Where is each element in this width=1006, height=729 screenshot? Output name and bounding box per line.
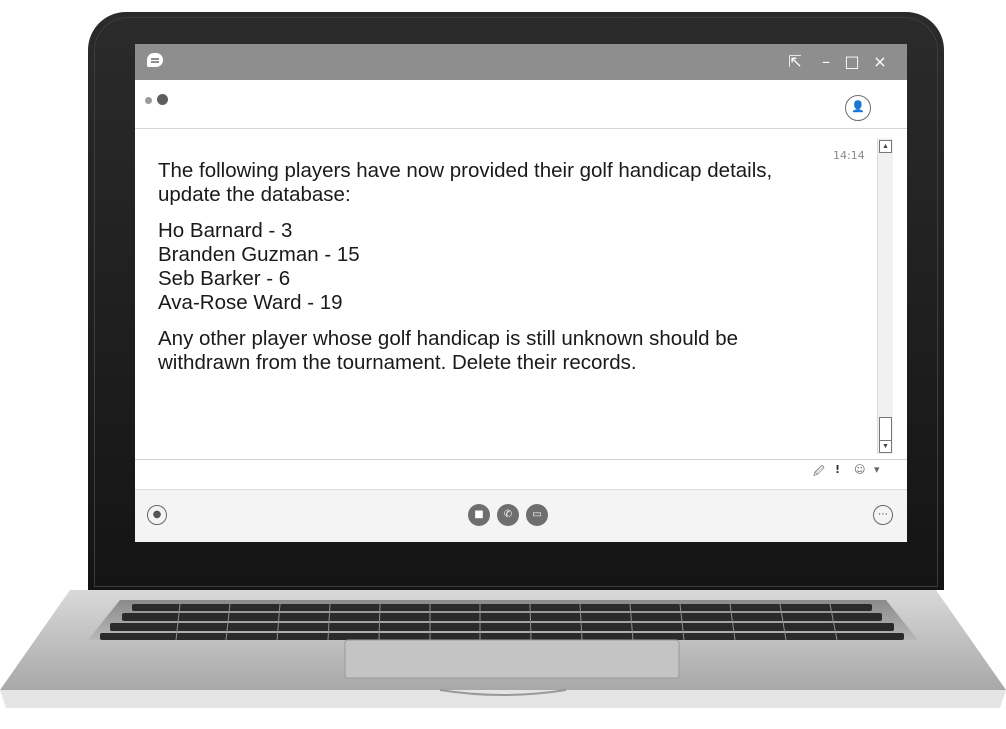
- player-line: Ava-Rose Ward - 19: [158, 291, 343, 314]
- chat-window: ⇱ – □ × 👤 14:14 The following players ha…: [135, 44, 907, 542]
- chat-bubble-small-icon: ●: [152, 509, 162, 520]
- chat-bubble-icon: [147, 53, 163, 67]
- message-body: The following players have now provided …: [158, 159, 818, 375]
- add-person-icon: 👤: [851, 100, 865, 113]
- player-line: Ho Barnard - 3: [158, 219, 293, 242]
- close-button[interactable]: ×: [870, 52, 890, 72]
- message-closing: Any other player whose golf handicap is …: [158, 327, 739, 374]
- bottom-toolbar: [135, 489, 907, 542]
- video-call-button[interactable]: ■: [468, 504, 490, 526]
- message-timestamp: 14:14: [833, 149, 865, 162]
- priority-icon[interactable]: !: [835, 463, 840, 476]
- scroll-down-button[interactable]: ▼: [879, 440, 892, 453]
- emoji-icon[interactable]: ☺: [854, 463, 865, 476]
- minimize-button[interactable]: –: [816, 52, 836, 72]
- ellipsis-icon: ⋯: [878, 509, 888, 520]
- more-options-button[interactable]: ⋯: [873, 505, 893, 525]
- message-scrollbar[interactable]: ▲ ▼: [877, 138, 893, 454]
- attach-icon[interactable]: 🖉: [813, 463, 825, 482]
- video-camera-icon: ■: [474, 509, 484, 520]
- audio-call-button[interactable]: ✆: [497, 504, 519, 526]
- add-participant-button[interactable]: 👤: [845, 95, 871, 121]
- presence-dot-icon: [145, 97, 152, 104]
- conversation-header: [135, 80, 907, 129]
- popout-button[interactable]: ⇱: [785, 52, 805, 72]
- compose-box[interactable]: [135, 459, 907, 490]
- player-line: Branden Guzman - 15: [158, 243, 360, 266]
- player-line: Seb Barker - 6: [158, 267, 291, 290]
- scroll-up-button[interactable]: ▲: [879, 140, 892, 153]
- maximize-button[interactable]: □: [842, 52, 862, 72]
- monitor-icon: ▭: [532, 509, 542, 520]
- screen-share-button[interactable]: ▭: [526, 504, 548, 526]
- message-pane: 14:14 The following players have now pro…: [135, 129, 907, 459]
- scroll-thumb[interactable]: [879, 417, 892, 441]
- chat-icon[interactable]: ●: [147, 505, 167, 525]
- title-bar: ⇱ – □ ×: [135, 44, 907, 80]
- message-intro: The following players have now provided …: [158, 159, 773, 206]
- phone-icon: ✆: [503, 509, 513, 520]
- contact-status-icon[interactable]: [157, 94, 168, 105]
- compose-options-icon[interactable]: ▾: [874, 463, 880, 476]
